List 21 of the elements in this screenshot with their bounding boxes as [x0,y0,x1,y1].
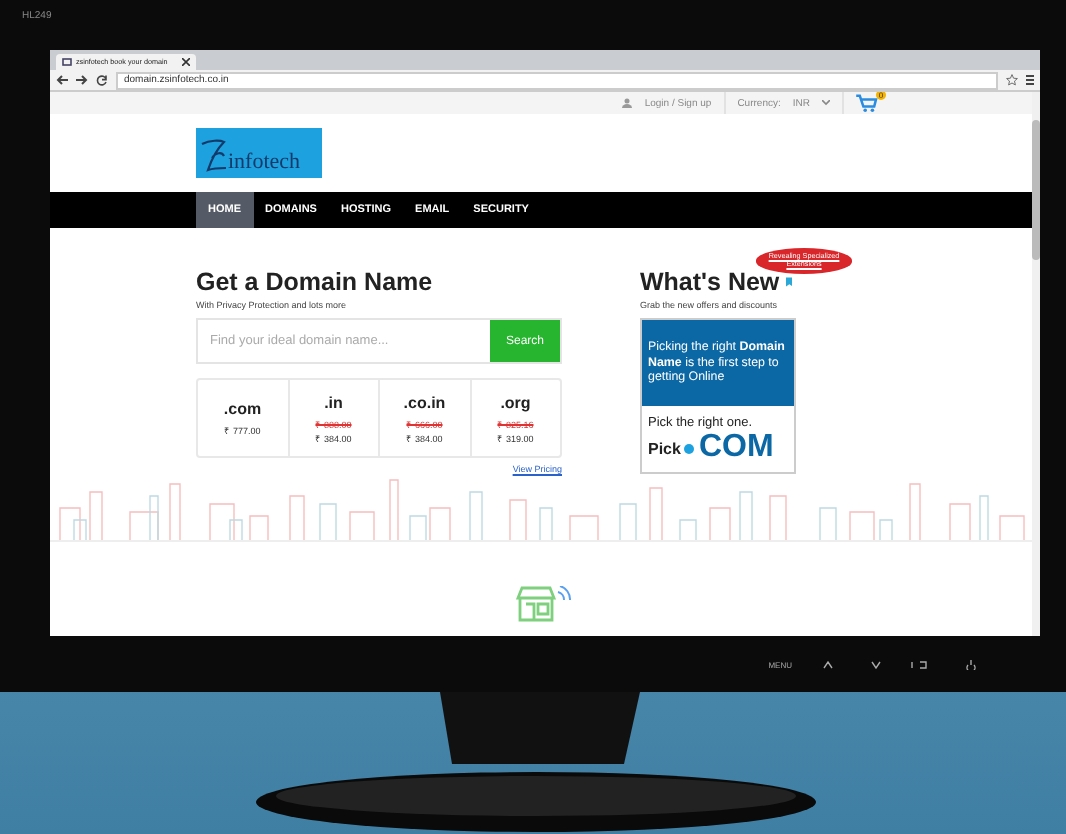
bookmark-icon [785,274,792,290]
user-icon [622,98,633,108]
back-icon[interactable] [56,74,68,86]
section-heading: Get a Domain Name [196,268,435,296]
storefront-wifi-icon [516,586,572,622]
close-icon[interactable] [182,58,190,66]
reload-icon[interactable] [96,74,108,86]
chevron-down-icon[interactable] [822,100,830,106]
page-icon [62,58,72,66]
brand-text: Pick [648,439,681,457]
brand-logo-text: COM [698,432,774,464]
extension-name: .com [223,400,262,418]
company-logo[interactable]: infotech [196,128,322,178]
section-heading: What's New [640,268,780,296]
extension-name: .co.in [403,393,446,411]
menu-icon[interactable] [1026,74,1034,86]
extension-name: .in [324,393,343,411]
dot-icon [684,443,695,453]
star-icon[interactable] [1006,74,1018,86]
forward-icon[interactable] [76,74,88,86]
extension-name: .org [500,393,531,411]
